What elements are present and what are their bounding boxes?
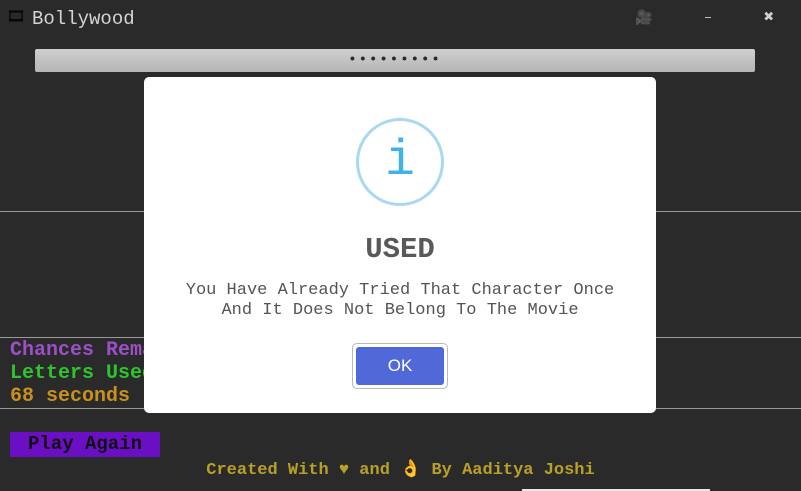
dialog-message: You Have Already Tried That Character On…: [164, 281, 636, 321]
info-icon: i: [356, 118, 444, 206]
info-icon-glyph: i: [384, 133, 415, 190]
dialog-message-line-2: And It Does Not Belong To The Movie: [221, 301, 579, 320]
used-dialog: i USED You Have Already Tried That Chara…: [144, 77, 656, 413]
ok-button-focus-ring: OK: [352, 343, 448, 389]
modal-overlay: i USED You Have Already Tried That Chara…: [0, 0, 801, 491]
dialog-title: USED: [365, 233, 435, 266]
app-window: 🎞 Bollywood 🎥 – ✖ ••••••••• Chances Rema…: [0, 0, 801, 491]
dialog-message-line-1: You Have Already Tried That Character On…: [185, 281, 615, 300]
ok-button[interactable]: OK: [356, 347, 444, 385]
